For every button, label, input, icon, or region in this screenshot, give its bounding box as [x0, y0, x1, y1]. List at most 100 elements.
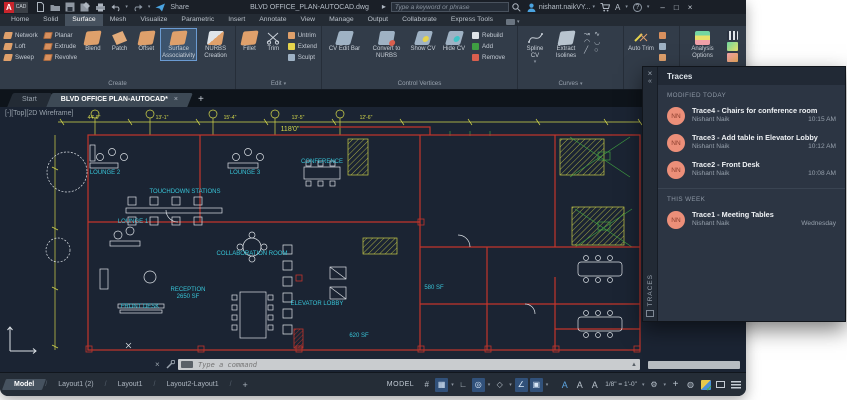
customization-menu-button[interactable] — [729, 378, 742, 392]
fillet-button[interactable]: Fillet — [238, 28, 261, 54]
draft-analysis-icon[interactable] — [727, 53, 738, 62]
autoscale-toggle[interactable]: A — [573, 378, 586, 392]
command-expand-icon[interactable]: ▲ — [631, 362, 637, 368]
object-snap-dropdown-icon[interactable]: ▾ — [546, 382, 549, 388]
tab-collaborate[interactable]: Collaborate — [395, 14, 444, 26]
annotation-visibility-toggle[interactable]: A — [558, 378, 571, 392]
search-icon[interactable] — [512, 2, 522, 12]
extract-isolines-button[interactable]: Extract Isolines — [551, 28, 581, 61]
tab-home[interactable]: Home — [4, 14, 36, 26]
show-cv-button[interactable]: Show CV — [408, 28, 438, 54]
offset-button[interactable]: Offset — [133, 28, 159, 54]
tab-manage[interactable]: Manage — [322, 14, 361, 26]
rebuild-button[interactable]: Rebuild — [470, 30, 507, 41]
help-dropdown-icon[interactable]: ▾ — [647, 4, 650, 10]
patch-button[interactable]: Patch — [107, 28, 133, 54]
trace-item-trace3[interactable]: NN Trace3 - Add table in Elevator Lobby … — [658, 129, 845, 156]
trace-item-trace2[interactable]: NN Trace2 - Front Desk Nishant Naik 10:0… — [658, 156, 845, 183]
blend-button[interactable]: Blend — [80, 28, 106, 54]
hide-cv-button[interactable]: Hide CV — [439, 28, 469, 54]
save-as-icon[interactable] — [80, 2, 91, 12]
new-file-icon[interactable] — [35, 2, 45, 12]
drawing-file-tab[interactable]: BLVD OFFICE PLAN-AUTOCAD* × — [45, 92, 193, 107]
trace-item-trace4[interactable]: NN Trace4 - Chairs for conference room N… — [658, 102, 845, 129]
create-group-label[interactable]: Create — [0, 78, 235, 89]
remove-button[interactable]: Remove — [470, 52, 507, 63]
cv-edit-bar-button[interactable]: CV Edit Bar — [324, 28, 365, 54]
untrim-button[interactable]: Untrim — [286, 30, 319, 41]
layout1-tab[interactable]: Layout1 — [108, 378, 153, 391]
extrude-button[interactable]: Extrude — [42, 41, 79, 52]
project-to-view-button[interactable] — [657, 30, 668, 41]
extend-button[interactable]: Extend — [286, 41, 319, 52]
open-folder-icon[interactable] — [50, 2, 61, 12]
network-button[interactable]: Network — [2, 30, 40, 41]
analysis-options-button[interactable]: Analysis Options — [682, 28, 723, 61]
isometric-dropdown-icon[interactable]: ▾ — [509, 382, 512, 388]
customize-wrench-icon[interactable] — [166, 359, 176, 371]
add-button[interactable]: Add — [470, 41, 507, 52]
grid-toggle[interactable]: # — [420, 378, 433, 392]
curve-tools-cluster[interactable]: ↝ ∿ ◠ ◡ ╱ ○ — [582, 28, 602, 54]
project-to-ucs-button[interactable] — [657, 41, 668, 52]
close-button[interactable]: × — [688, 3, 693, 12]
model-space-badge[interactable]: MODEL — [387, 381, 414, 388]
redo-icon[interactable] — [133, 2, 143, 12]
palette-properties-icon[interactable] — [646, 310, 654, 317]
loft-button[interactable]: Loft — [2, 41, 40, 52]
trim-button[interactable]: Trim — [262, 28, 285, 54]
planar-button[interactable]: Planar — [42, 30, 79, 41]
signed-in-user[interactable]: nishant.naikVY... ▾ — [527, 2, 595, 12]
app-store-cart-icon[interactable] — [600, 2, 611, 12]
tab-parametric[interactable]: Parametric — [174, 14, 221, 26]
trace-item-trace1[interactable]: NN Trace1 - Meeting Tables Nishant Naik … — [658, 206, 845, 233]
object-snap-toggle[interactable]: ▣ — [529, 377, 543, 392]
annotation-scale-value[interactable]: 1/8" = 1'-0" — [605, 381, 637, 388]
undo-dropdown-icon[interactable]: ▾ — [125, 4, 128, 10]
tab-view[interactable]: View — [293, 14, 322, 26]
command-input[interactable] — [196, 359, 632, 370]
share-label[interactable]: Share — [170, 4, 189, 11]
circle-tool-icon[interactable]: ○ — [594, 47, 600, 54]
snap-dropdown-icon[interactable]: ▾ — [451, 382, 454, 388]
arc-tool-icon[interactable]: ◠ — [584, 39, 590, 46]
clean-screen-button[interactable] — [714, 378, 727, 392]
isometric-drafting-toggle[interactable]: ◇ — [493, 378, 506, 392]
line-tool-icon[interactable]: ╱ — [584, 47, 590, 54]
tab-express-tools[interactable]: Express Tools — [444, 14, 500, 26]
revolve-button[interactable]: Revolve — [42, 52, 79, 63]
annotation-scale-button[interactable]: A — [588, 378, 601, 392]
undo-icon[interactable] — [110, 2, 120, 12]
title-expand-icon[interactable]: ▸ — [382, 2, 386, 12]
tab-surface[interactable]: Surface — [65, 13, 103, 26]
ribbon-display-dropdown[interactable]: ▾ — [506, 19, 520, 26]
spline-freehand-icon[interactable]: ◡ — [594, 39, 600, 46]
traces-palette-titlebar[interactable]: × « TRACES — [643, 67, 658, 321]
recent-commands-icon[interactable] — [181, 361, 193, 368]
object-snap-tracking-toggle[interactable]: ∠ — [514, 377, 528, 392]
workspace-gear-icon[interactable]: ⚙ — [647, 378, 660, 392]
help-icon[interactable]: ? — [632, 2, 642, 12]
nurbs-creation-button[interactable]: NURBS Creation — [198, 28, 233, 61]
maximize-button[interactable]: □ — [674, 3, 679, 12]
scale-dropdown-icon[interactable]: ▾ — [642, 382, 645, 388]
annotation-monitor-button[interactable]: + — [669, 378, 682, 392]
layout1-2-tab[interactable]: Layout1 (2) — [48, 378, 103, 391]
viewport-controls[interactable]: [-][Top][2D Wireframe] — [5, 110, 73, 117]
palette-autohide-icon[interactable]: « — [648, 78, 652, 86]
snap-toggle[interactable]: ▦ — [435, 377, 449, 392]
sculpt-button[interactable]: Sculpt — [286, 52, 319, 63]
horizontal-scrollbar[interactable] — [648, 361, 740, 369]
zebra-analysis-icon[interactable] — [727, 31, 738, 40]
start-tab[interactable]: Start — [7, 92, 52, 107]
close-file-tab-icon[interactable]: × — [174, 96, 178, 103]
sweep-button[interactable]: Sweep — [2, 52, 40, 63]
autodesk-apps-dropdown-icon[interactable]: ▾ — [625, 4, 628, 10]
isolate-objects-button[interactable]: ◍ — [684, 378, 697, 392]
edit-group-label[interactable]: Edit ▾ — [236, 78, 321, 89]
curvature-analysis-icon[interactable] — [727, 42, 738, 51]
plot-icon[interactable] — [95, 2, 106, 12]
model-tab[interactable]: Model — [1, 378, 47, 391]
new-drawing-tab-button[interactable]: + — [190, 94, 212, 107]
auto-trim-button[interactable]: Auto Trim — [626, 28, 656, 54]
